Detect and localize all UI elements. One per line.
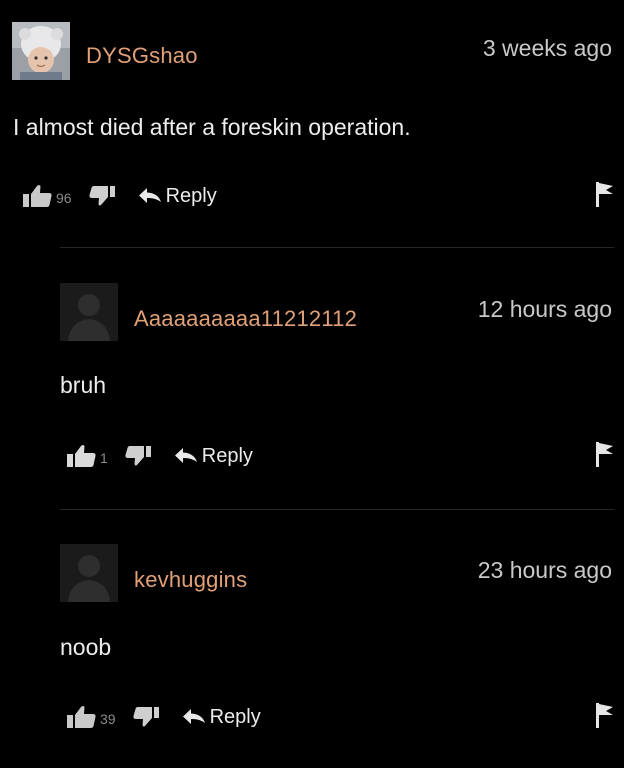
- flag-button[interactable]: [594, 440, 616, 473]
- reply-button[interactable]: Reply: [174, 445, 253, 468]
- flag-icon: [596, 442, 613, 467]
- avatar[interactable]: [60, 544, 118, 602]
- comment-text: noob: [60, 634, 112, 660]
- downvote-button[interactable]: [88, 184, 116, 208]
- avatar[interactable]: [12, 22, 70, 80]
- timestamp: 23 hours ago: [477, 557, 612, 583]
- reply-arrow-icon: [138, 188, 161, 203]
- comment-3: kevhuggins 23 hours ago noob 39 Reply: [0, 512, 624, 768]
- user-photo-avatar: [12, 22, 70, 80]
- reply-arrow-icon: [174, 448, 197, 463]
- flag-icon: [596, 182, 613, 207]
- reply-button[interactable]: Reply: [182, 706, 261, 729]
- default-silhouette-avatar: [60, 283, 118, 341]
- upvote-button[interactable]: 1: [66, 443, 108, 469]
- thumbs-up-icon: [67, 445, 96, 467]
- comment-actions: 96 Reply: [22, 180, 622, 212]
- reply-label: Reply: [209, 705, 261, 728]
- reply-label: Reply: [165, 184, 217, 207]
- comment-actions: 39 Reply: [66, 701, 622, 733]
- comment-1: DYSGshao 3 weeks ago I almost died after…: [0, 0, 624, 250]
- reply-arrow-icon: [182, 709, 205, 724]
- downvote-button[interactable]: [124, 444, 152, 468]
- reply-label: Reply: [201, 444, 253, 467]
- timestamp: 12 hours ago: [477, 296, 612, 322]
- username[interactable]: Aaaaaaaaaa11212112: [134, 306, 357, 332]
- thumbs-up-icon: [23, 185, 52, 207]
- thumbs-down-icon: [125, 446, 151, 466]
- comment-text: bruh: [60, 372, 107, 398]
- thumbs-up-icon: [67, 706, 96, 728]
- default-silhouette-avatar: [60, 544, 118, 602]
- upvote-button[interactable]: 39: [66, 704, 116, 730]
- upvote-button[interactable]: 96: [22, 183, 72, 209]
- divider: [60, 247, 614, 248]
- comment-actions: 1 Reply: [66, 440, 622, 472]
- flag-button[interactable]: [594, 180, 616, 213]
- upvote-count: 1: [100, 450, 108, 466]
- upvote-count: 39: [100, 711, 116, 727]
- upvote-count: 96: [56, 190, 72, 206]
- flag-icon: [596, 703, 613, 728]
- comment-2: Aaaaaaaaaa11212112 12 hours ago bruh 1 R…: [0, 250, 624, 510]
- divider: [60, 509, 614, 510]
- comments-page: { "theme": { "username_color": "#e0a078"…: [0, 0, 624, 768]
- username[interactable]: kevhuggins: [134, 567, 247, 593]
- downvote-button[interactable]: [132, 705, 160, 729]
- reply-button[interactable]: Reply: [138, 185, 217, 208]
- avatar[interactable]: [60, 283, 118, 341]
- flag-button[interactable]: [594, 701, 616, 734]
- comment-text: I almost died after a foreskin operation…: [13, 114, 411, 140]
- timestamp: 3 weeks ago: [482, 35, 612, 61]
- username[interactable]: DYSGshao: [86, 43, 198, 69]
- thumbs-down-icon: [89, 186, 115, 206]
- thumbs-down-icon: [133, 707, 159, 727]
